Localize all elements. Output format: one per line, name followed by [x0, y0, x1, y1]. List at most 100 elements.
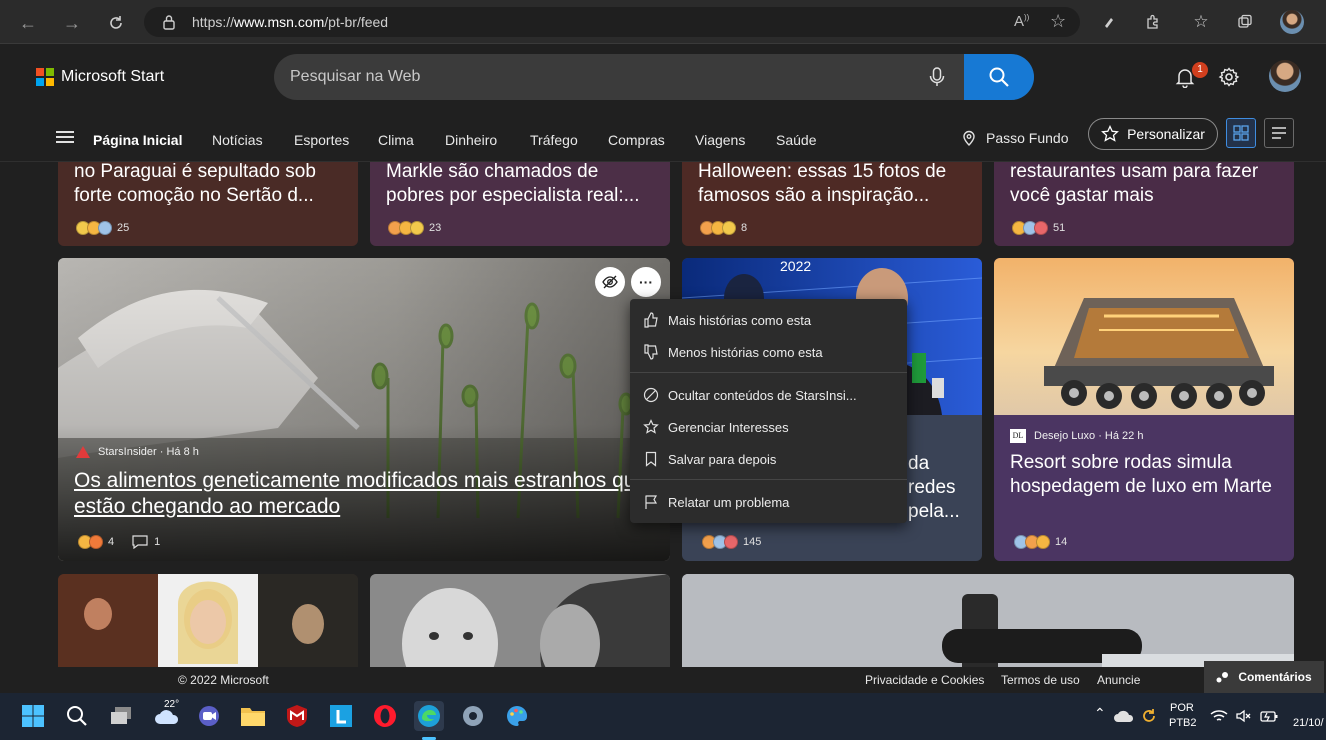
reaction-bar[interactable]: 4 1 [78, 535, 160, 549]
windows-logo-icon [22, 705, 44, 727]
menu-item-manage-interests[interactable]: Gerenciar Interesses [630, 412, 907, 442]
comment-icon[interactable] [132, 535, 148, 549]
browser-profile-avatar[interactable] [1280, 10, 1304, 34]
starsinsider-logo-icon [76, 446, 90, 458]
paint-app-button[interactable] [502, 701, 532, 731]
card-title[interactable]: da redes pela... [908, 452, 978, 524]
refresh-button[interactable] [102, 9, 130, 37]
news-card[interactable]: DL Desejo Luxo · Há 22 h Resort sobre ro… [994, 258, 1294, 561]
letter-l-app-button[interactable] [326, 701, 356, 731]
start-button[interactable] [18, 701, 48, 731]
extension-icon[interactable] [1098, 11, 1120, 33]
card-title[interactable]: Os alimentos geneticamente modificados m… [74, 468, 664, 520]
news-card[interactable]: no Paraguai é sepultado sob forte comoçã… [58, 162, 358, 246]
nav-item-trafego[interactable]: Tráfego [530, 132, 578, 148]
user-avatar[interactable] [1269, 60, 1301, 92]
keyboard-layout-indicator[interactable]: PTB2 [1169, 717, 1197, 729]
card-title[interactable]: Markle são chamados de pobres por especi… [386, 162, 658, 208]
news-card[interactable]: Markle são chamados de pobres por especi… [370, 162, 670, 246]
article-source[interactable]: DL Desejo Luxo · Há 22 h [1010, 429, 1143, 443]
settings-gear-icon [463, 706, 483, 726]
wifi-icon[interactable] [1210, 709, 1228, 723]
more-options-button[interactable]: ··· [631, 267, 661, 297]
sync-icon[interactable] [1140, 707, 1158, 725]
reaction-bar[interactable]: 8 [700, 221, 747, 235]
add-favorite-icon[interactable]: ☆ [1050, 11, 1066, 32]
reaction-count: 14 [1055, 536, 1068, 548]
opera-icon [374, 705, 396, 727]
menu-item-fewer-stories[interactable]: Menos histórias como esta [630, 337, 907, 367]
menu-item-hide-source[interactable]: Ocultar conteúdos de StarsInsi... [630, 380, 907, 410]
notification-badge: 1 [1192, 62, 1208, 78]
reaction-bar[interactable]: 25 [76, 221, 129, 235]
list-view-button[interactable] [1264, 118, 1294, 148]
location-selector[interactable]: Passo Fundo [962, 130, 1069, 146]
privacy-link[interactable]: Privacidade e Cookies [865, 673, 984, 687]
news-card[interactable]: Halloween: essas 15 fotos de famosos são… [682, 162, 982, 246]
featured-news-card[interactable]: ··· StarsInsider · Há 8 h Os alimentos g… [58, 258, 670, 561]
reaction-count: 8 [741, 222, 748, 234]
news-card[interactable] [370, 574, 670, 667]
grid-view-button[interactable] [1226, 118, 1256, 148]
edge-button[interactable] [414, 701, 444, 731]
back-button[interactable]: ← [14, 9, 42, 37]
nav-item-saude[interactable]: Saúde [776, 132, 816, 148]
terms-link[interactable]: Termos de uso [1001, 673, 1080, 687]
file-explorer-button[interactable] [238, 701, 268, 731]
reaction-bar[interactable]: 145 [702, 535, 761, 549]
microsoft-start-logo[interactable]: Microsoft Start [36, 68, 164, 86]
taskbar-search-button[interactable] [62, 701, 92, 731]
personalize-button[interactable]: Personalizar [1088, 118, 1218, 150]
source-label: Desejo Luxo · Há 22 h [1034, 430, 1144, 442]
bookmark-icon [645, 451, 657, 467]
nav-item-pagina-inicial[interactable]: Página Inicial [93, 132, 182, 148]
puzzle-icon[interactable] [1142, 11, 1164, 33]
nav-item-clima[interactable]: Clima [378, 132, 414, 148]
opera-button[interactable] [370, 701, 400, 731]
chevron-up-icon[interactable]: ⌃ [1094, 705, 1106, 722]
date-label[interactable]: 21/10/ [1293, 717, 1324, 729]
news-card[interactable] [58, 574, 358, 667]
settings-app-button[interactable] [458, 701, 488, 731]
teams-chat-button[interactable] [194, 701, 224, 731]
reaction-bar[interactable]: 23 [388, 221, 441, 235]
news-card[interactable] [682, 574, 1294, 667]
nav-item-compras[interactable]: Compras [608, 132, 665, 148]
battery-icon[interactable] [1260, 709, 1278, 723]
hide-story-button[interactable] [595, 267, 625, 297]
card-title[interactable]: restaurantes usam para fazer você gastar… [1010, 162, 1282, 208]
gavel-image [682, 574, 1294, 667]
card-title[interactable]: Halloween: essas 15 fotos de famosos são… [698, 162, 970, 208]
speaker-muted-icon[interactable] [1236, 709, 1252, 723]
reaction-bar[interactable]: 14 [1014, 535, 1067, 549]
nav-item-viagens[interactable]: Viagens [695, 132, 745, 148]
menu-item-more-stories[interactable]: Mais histórias como esta [630, 305, 907, 335]
nav-item-dinheiro[interactable]: Dinheiro [445, 132, 497, 148]
onedrive-cloud-icon[interactable] [1114, 709, 1134, 723]
card-title[interactable]: no Paraguai é sepultado sob forte comoçã… [74, 162, 346, 208]
advertise-link[interactable]: Anuncie [1097, 673, 1140, 687]
forward-button[interactable]: → [58, 9, 86, 37]
menu-item-save-later[interactable]: Salvar para depois [630, 444, 907, 474]
favorites-icon[interactable]: ☆ [1190, 11, 1212, 33]
feedback-button[interactable]: Comentários [1204, 661, 1324, 693]
news-card[interactable]: restaurantes usam para fazer você gastar… [994, 162, 1294, 246]
card-title[interactable]: Resort sobre rodas simula hospedagem de … [1010, 451, 1282, 499]
search-input[interactable] [290, 54, 910, 100]
reaction-bar[interactable]: 51 [1012, 221, 1065, 235]
microphone-icon[interactable] [926, 66, 948, 88]
article-source[interactable]: StarsInsider · Há 8 h [76, 446, 199, 458]
nav-item-esportes[interactable]: Esportes [294, 132, 349, 148]
read-aloud-icon[interactable]: A)) [1014, 13, 1029, 30]
menu-item-report-problem[interactable]: Relatar um problema [630, 487, 907, 517]
hamburger-menu-icon[interactable] [56, 131, 74, 147]
address-bar[interactable]: https://www.msn.com/pt-br/feed [144, 7, 1080, 37]
collections-icon[interactable] [1234, 11, 1256, 33]
weather-widget[interactable]: 22° [150, 699, 184, 731]
nav-item-noticias[interactable]: Notícias [212, 132, 263, 148]
language-indicator[interactable]: POR [1170, 702, 1194, 714]
search-button[interactable] [964, 54, 1034, 100]
settings-gear-icon[interactable] [1218, 66, 1240, 88]
task-view-button[interactable] [106, 701, 136, 731]
mcafee-button[interactable] [282, 701, 312, 731]
